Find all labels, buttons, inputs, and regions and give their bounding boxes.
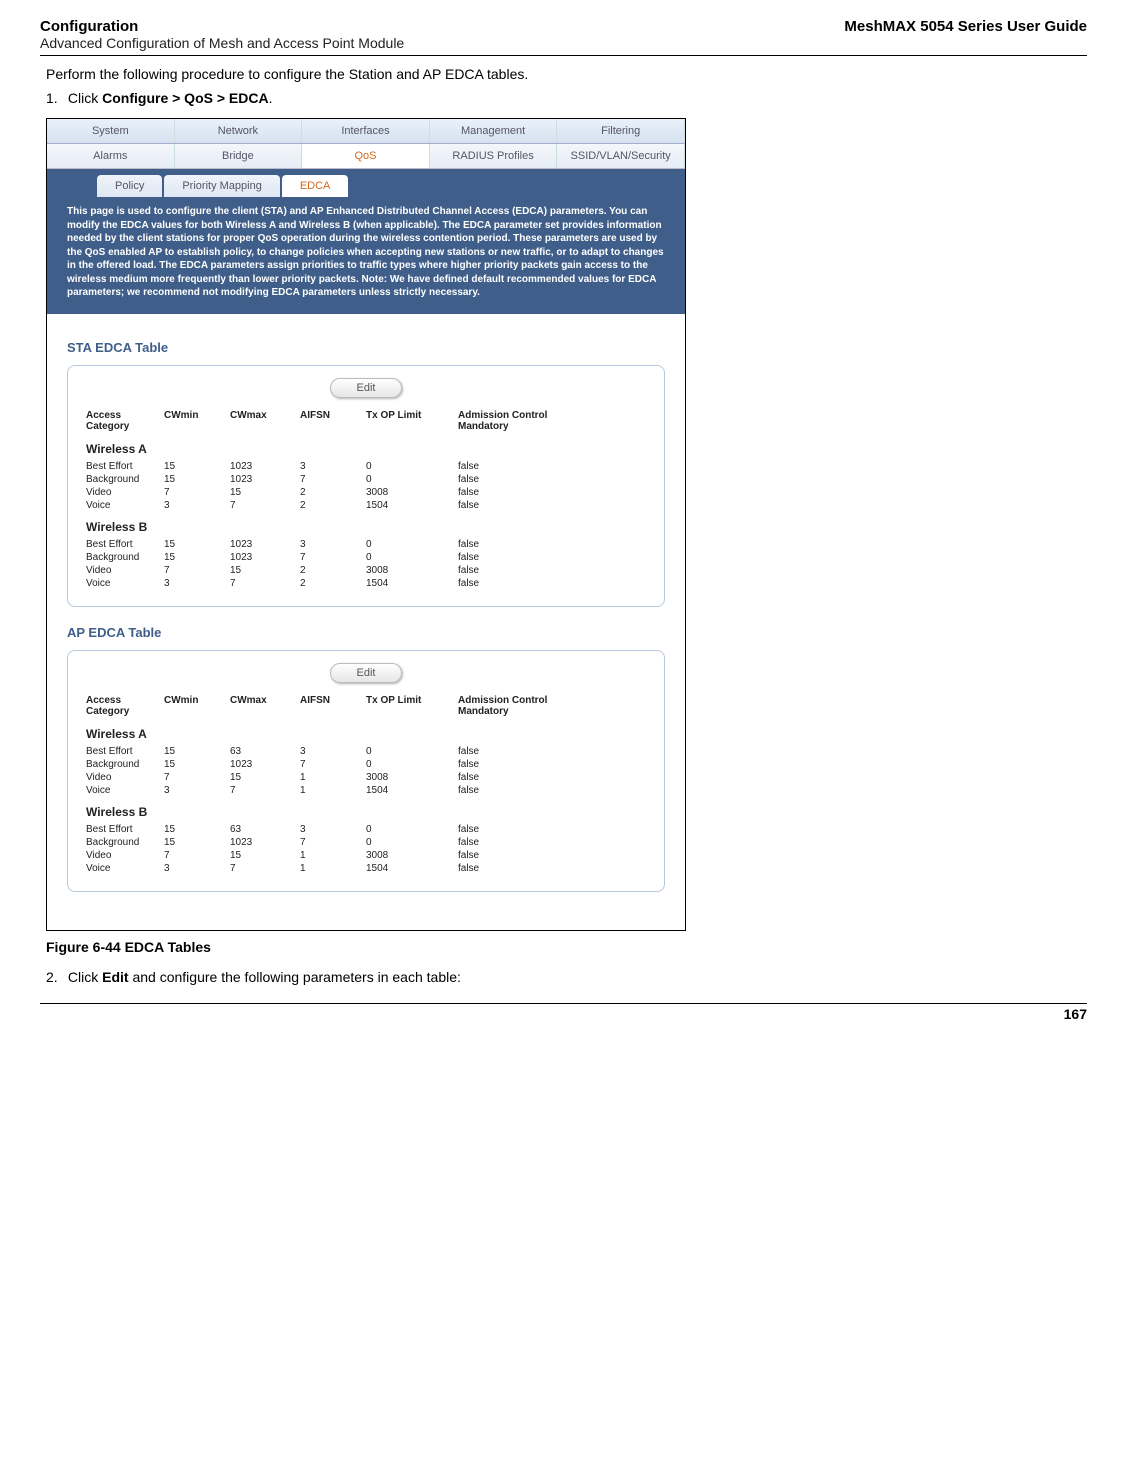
ap-edit-row: Edit [86, 663, 646, 683]
step-2-bold: Edit [102, 969, 128, 985]
tab-interfaces[interactable]: Interfaces [302, 119, 430, 143]
table-row: Video71523008false [86, 564, 646, 577]
step-1-number: 1. [46, 90, 64, 106]
step-2: 2. Click Edit and configure the followin… [46, 969, 1087, 985]
tab-management[interactable]: Management [430, 119, 558, 143]
col-cwmin: CWmin [164, 408, 230, 434]
col-access-category: Access Category [86, 408, 164, 434]
table-row: Best Effort156330false [86, 745, 646, 758]
ap-col-headers: Access Category CWmin CWmax AIFSN Tx OP … [86, 693, 646, 719]
header-subsection-title: Advanced Configuration of Mesh and Acces… [40, 35, 404, 51]
table-row: Video71513008false [86, 849, 646, 862]
sta-wireless-b: Wireless B Best Effort15102330false Back… [86, 520, 646, 590]
tab-filtering[interactable]: Filtering [557, 119, 685, 143]
tab-network[interactable]: Network [175, 119, 303, 143]
col-aifsn: AIFSN [300, 408, 366, 434]
tab-ssid-vlan-security[interactable]: SSID/VLAN/Security [557, 144, 685, 168]
table-row: Background15102370false [86, 473, 646, 486]
sta-col-headers: Access Category CWmin CWmax AIFSN Tx OP … [86, 408, 646, 434]
sta-edit-button[interactable]: Edit [330, 378, 403, 398]
table-row: Video71523008false [86, 486, 646, 499]
subtab-policy[interactable]: Policy [97, 175, 162, 197]
ap-edca-title: AP EDCA Table [67, 625, 665, 640]
mid-tabs-row: Alarms Bridge QoS RADIUS Profiles SSID/V… [47, 144, 685, 169]
step-1-bold: Configure > QoS > EDCA [102, 90, 268, 106]
header-divider [40, 55, 1087, 56]
table-row: Voice3711504false [86, 862, 646, 875]
step-2-post: and configure the following parameters i… [129, 969, 461, 985]
col-cwmax: CWmax [230, 693, 300, 719]
sta-edca-title: STA EDCA Table [67, 340, 665, 355]
step-2-pre: Click [68, 969, 102, 985]
col-txop: Tx OP Limit [366, 693, 458, 719]
page-header: Configuration Advanced Configuration of … [40, 18, 1087, 51]
tab-alarms[interactable]: Alarms [47, 144, 175, 168]
sta-edit-row: Edit [86, 378, 646, 398]
content-area: STA EDCA Table Edit Access Category CWmi… [47, 314, 685, 930]
document-page: Configuration Advanced Configuration of … [0, 0, 1127, 1042]
description-panel: This page is used to configure the clien… [47, 197, 685, 314]
screenshot-frame: System Network Interfaces Management Fil… [46, 118, 686, 931]
table-row: Best Effort156330false [86, 823, 646, 836]
col-txop: Tx OP Limit [366, 408, 458, 434]
col-admission: Admission Control Mandatory [458, 693, 588, 719]
ap-wireless-a: Wireless A Best Effort156330false Backgr… [86, 727, 646, 797]
subtab-edca[interactable]: EDCA [282, 175, 349, 197]
ap-wireless-b-label: Wireless B [86, 805, 646, 819]
table-row: Background15102370false [86, 551, 646, 564]
tab-radius-profiles[interactable]: RADIUS Profiles [430, 144, 558, 168]
intro-text: Perform the following procedure to confi… [46, 66, 1087, 82]
ap-wireless-a-label: Wireless A [86, 727, 646, 741]
table-row: Voice3721504false [86, 499, 646, 512]
subtabs: Policy Priority Mapping EDCA [97, 175, 685, 197]
ap-edca-table-box: Edit Access Category CWmin CWmax AIFSN T… [67, 650, 665, 892]
table-row: Voice3711504false [86, 784, 646, 797]
tab-system[interactable]: System [47, 119, 175, 143]
table-row: Best Effort15102330false [86, 538, 646, 551]
col-aifsn: AIFSN [300, 693, 366, 719]
step-1-post: . [269, 90, 273, 106]
footer-divider [40, 1003, 1087, 1004]
page-number: 167 [40, 1006, 1087, 1022]
subtab-priority-mapping[interactable]: Priority Mapping [164, 175, 279, 197]
col-admission: Admission Control Mandatory [458, 408, 588, 434]
ap-wireless-b: Wireless B Best Effort156330false Backgr… [86, 805, 646, 875]
page-header-left: Configuration Advanced Configuration of … [40, 18, 404, 51]
table-row: Voice3721504false [86, 577, 646, 590]
table-row: Background15102370false [86, 836, 646, 849]
subtabs-bar: Policy Priority Mapping EDCA [47, 169, 685, 197]
table-row: Best Effort15102330false [86, 460, 646, 473]
col-access-category: Access Category [86, 693, 164, 719]
header-guide-title: MeshMAX 5054 Series User Guide [844, 18, 1087, 51]
step-list-2: 2. Click Edit and configure the followin… [46, 969, 1087, 985]
sta-wireless-b-label: Wireless B [86, 520, 646, 534]
sta-edca-table-box: Edit Access Category CWmin CWmax AIFSN T… [67, 365, 665, 607]
step-1: 1. Click Configure > QoS > EDCA. [46, 90, 1087, 106]
step-list: 1. Click Configure > QoS > EDCA. [46, 90, 1087, 106]
step-2-number: 2. [46, 969, 64, 985]
table-row: Background15102370false [86, 758, 646, 771]
step-1-pre: Click [68, 90, 102, 106]
tab-qos[interactable]: QoS [302, 144, 430, 168]
footer: 167 [40, 1003, 1087, 1022]
col-cwmax: CWmax [230, 408, 300, 434]
tab-bridge[interactable]: Bridge [175, 144, 303, 168]
ap-edit-button[interactable]: Edit [330, 663, 403, 683]
top-tabs-row: System Network Interfaces Management Fil… [47, 119, 685, 144]
table-row: Video71513008false [86, 771, 646, 784]
figure-caption: Figure 6-44 EDCA Tables [46, 939, 1087, 955]
header-section-title: Configuration [40, 18, 404, 35]
sta-wireless-a: Wireless A Best Effort15102330false Back… [86, 442, 646, 512]
sta-wireless-a-label: Wireless A [86, 442, 646, 456]
col-cwmin: CWmin [164, 693, 230, 719]
